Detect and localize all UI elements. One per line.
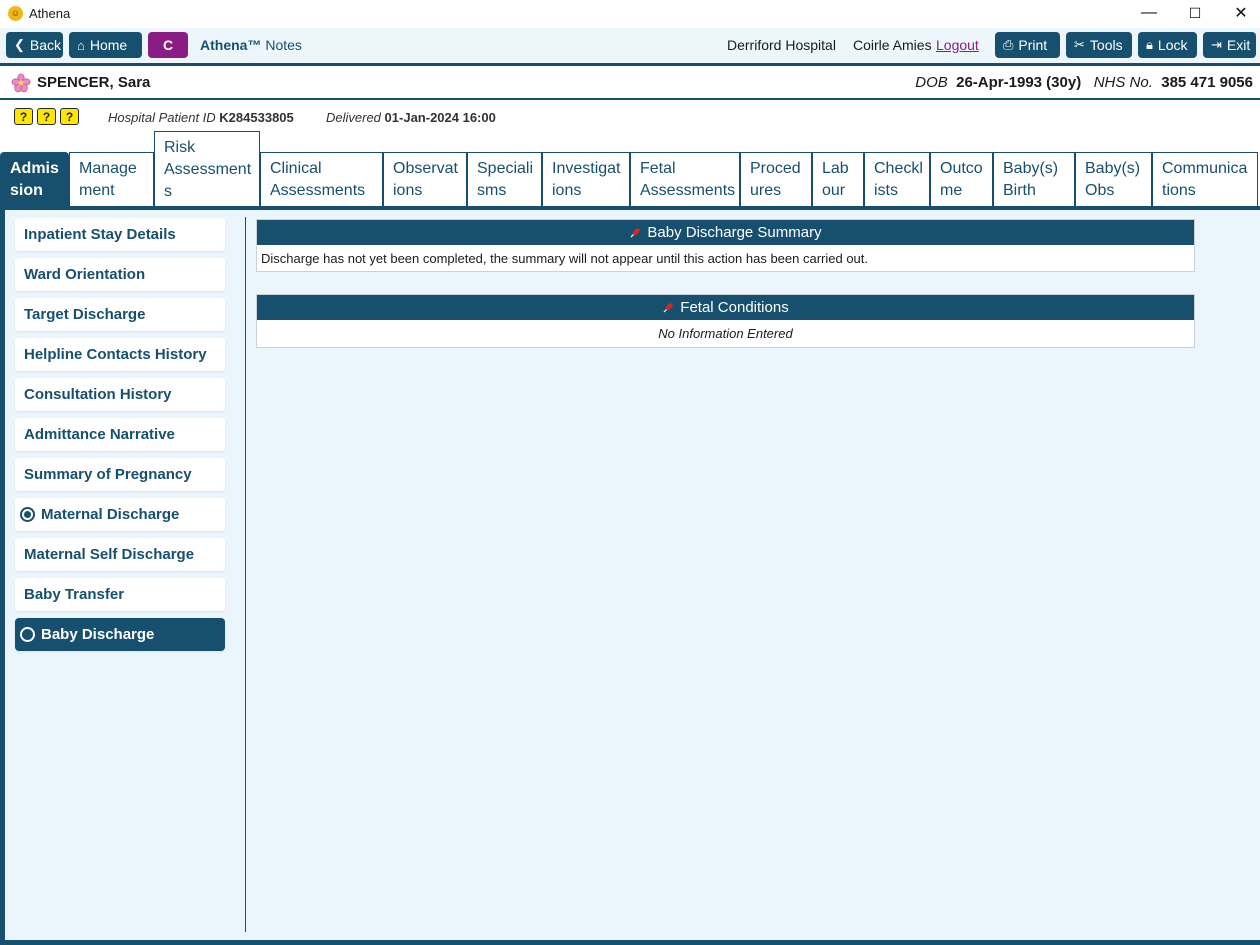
pin-icon[interactable]	[629, 227, 641, 239]
window-title-bar: ☺ Athena — ☐ ✕	[0, 0, 1260, 26]
panel-header: Baby Discharge Summary	[257, 220, 1194, 245]
printer-icon: ⎙	[1003, 37, 1014, 52]
flower-icon	[11, 73, 31, 93]
tab-labour[interactable]: Lab our	[812, 152, 864, 207]
patient-id-row: ? ? ? Hospital Patient ID K284533805 Del…	[0, 102, 1260, 132]
sidebar-item-consultation-history[interactable]: Consultation History	[15, 378, 225, 411]
tab-admission[interactable]: Admis sion	[0, 152, 69, 207]
tab-observations[interactable]: Observat ions	[383, 152, 467, 207]
sidebar-item-maternal-self-discharge[interactable]: Maternal Self Discharge	[15, 538, 225, 571]
hospital-name: Derriford Hospital	[727, 37, 836, 53]
panel-header: Fetal Conditions	[257, 295, 1194, 320]
exit-icon: ⇥	[1211, 37, 1222, 52]
sidebar-item-baby-transfer[interactable]: Baby Transfer	[15, 578, 225, 611]
athena-app-icon: ☺	[8, 5, 23, 21]
logout-link[interactable]: Logout	[936, 37, 979, 53]
tab-investigations[interactable]: Investigat ions	[542, 152, 630, 207]
hospital-patient-id: Hospital Patient ID K284533805	[108, 110, 294, 125]
patient-name: SPENCER, Sara	[37, 74, 151, 91]
maximize-button[interactable]: ☐	[1172, 0, 1218, 26]
sidebar-item-helpline-contacts-history[interactable]: Helpline Contacts History	[15, 338, 225, 371]
sidebar-item-target-discharge[interactable]: Target Discharge	[15, 298, 225, 331]
lock-icon: 🔒︎	[1146, 37, 1153, 52]
sidebar-item-summary-of-pregnancy[interactable]: Summary of Pregnancy	[15, 458, 225, 491]
tab-risk-assessments[interactable]: Risk Assessment s	[154, 131, 260, 207]
chevron-left-icon: ❮	[14, 37, 25, 52]
tab-checklists[interactable]: Checkl ists	[864, 152, 930, 207]
window-title: Athena	[29, 5, 71, 21]
tools-button[interactable]: ✂ Tools	[1066, 32, 1132, 58]
sidebar-item-admittance-narrative[interactable]: Admittance Narrative	[15, 418, 225, 451]
exit-button[interactable]: ⇥ Exit	[1203, 32, 1256, 58]
tab-outcome[interactable]: Outco me	[930, 152, 993, 207]
main-toolbar: ❮ Back ⌂ Home C Athena™ Notes Derriford …	[0, 28, 1260, 66]
print-button[interactable]: ⎙ Print	[995, 32, 1060, 58]
panel-message: No Information Entered	[658, 326, 793, 341]
tab-management[interactable]: Manage ment	[69, 152, 154, 207]
user-name: Coirle Amies	[853, 37, 932, 53]
tab-babys-birth[interactable]: Baby(s) Birth	[993, 152, 1075, 207]
patient-banner-divider	[0, 98, 1260, 100]
home-button[interactable]: ⌂ Home	[69, 32, 142, 58]
lock-button[interactable]: 🔒︎ Lock	[1138, 32, 1197, 58]
home-icon: ⌂	[77, 37, 85, 53]
tools-icon: ✂	[1074, 37, 1085, 52]
tab-clinical-assessments[interactable]: Clinical Assessments	[260, 152, 383, 207]
alert-list-icon[interactable]: ?	[14, 108, 33, 125]
sidebar-item-ward-orientation[interactable]: Ward Orientation	[15, 258, 225, 291]
sidebar-item-maternal-discharge[interactable]: Maternal Discharge	[15, 498, 225, 531]
radio-empty-icon	[20, 627, 35, 642]
back-button[interactable]: ❮ Back	[6, 32, 63, 58]
radio-filled-icon	[20, 507, 35, 522]
delivered-date: Delivered 01-Jan-2024 16:00	[326, 110, 496, 125]
tab-specialisms[interactable]: Speciali sms	[467, 152, 542, 207]
sidebar-divider	[245, 217, 246, 932]
tab-procedures[interactable]: Proced ures	[740, 152, 812, 207]
baby-discharge-summary-panel: Baby Discharge Summary Discharge has not…	[256, 219, 1195, 272]
alert-question-icon[interactable]: ?	[60, 108, 79, 125]
patient-identifiers: DOB 26-Apr-1993 (30y) NHS No. 385 471 90…	[915, 74, 1253, 91]
c-button[interactable]: C	[148, 32, 188, 58]
app-brand: Athena™ Notes	[200, 37, 302, 53]
sidebar-item-baby-discharge[interactable]: Baby Discharge	[15, 618, 225, 651]
sidebar-item-inpatient-stay-details[interactable]: Inpatient Stay Details	[15, 218, 225, 251]
tab-fetal-assessments[interactable]: Fetal Assessments	[630, 152, 740, 207]
tab-communications[interactable]: Communica tions	[1152, 152, 1258, 207]
minimize-button[interactable]: —	[1126, 0, 1172, 26]
panel-message: Discharge has not yet been completed, th…	[261, 250, 869, 266]
close-button[interactable]: ✕	[1218, 0, 1260, 26]
tab-babys-obs[interactable]: Baby(s) Obs	[1075, 152, 1152, 207]
alert-question-icon[interactable]: ?	[37, 108, 56, 125]
patient-banner: SPENCER, Sara DOB 26-Apr-1993 (30y) NHS …	[0, 66, 1260, 100]
fetal-conditions-panel: Fetal Conditions No Information Entered	[256, 294, 1195, 348]
pin-icon[interactable]	[662, 302, 674, 314]
